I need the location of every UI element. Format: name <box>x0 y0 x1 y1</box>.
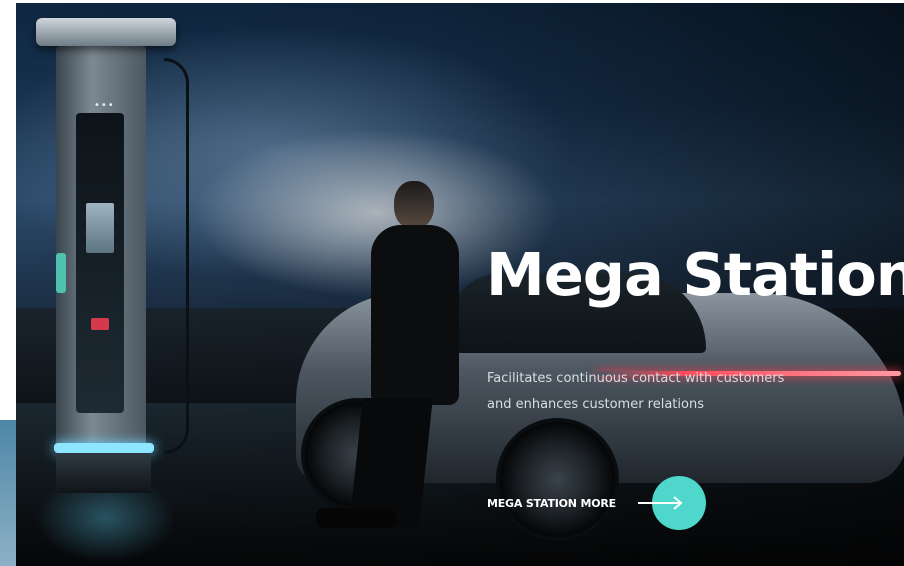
page: ••• Mega Station Facilitates continuous … <box>0 0 904 566</box>
cta-arrow-button[interactable] <box>637 476 706 530</box>
hero-subtitle-line-2: and enhances customer relations <box>487 397 704 412</box>
charging-connector <box>56 253 66 293</box>
station-card-reader <box>91 318 109 330</box>
hero-subtitle: Facilitates continuous contact with cust… <box>487 366 817 418</box>
charging-station-illustration: ••• <box>36 18 189 493</box>
person-shoes <box>316 508 396 528</box>
cta-label: MEGA STATION MORE <box>487 496 616 510</box>
station-light-ring <box>54 443 154 453</box>
hero-subtitle-line-1: Facilitates continuous contact with cust… <box>487 371 785 386</box>
person-head <box>394 181 434 229</box>
mega-station-more-link[interactable]: MEGA STATION MORE <box>487 476 706 530</box>
status-dots-icon: ••• <box>94 100 115 111</box>
station-screen <box>86 203 114 253</box>
station-panel <box>76 113 124 413</box>
hero-title: Mega Station <box>486 240 904 309</box>
charging-cable <box>164 58 189 454</box>
station-cap <box>36 18 176 46</box>
arrow-right-icon <box>637 496 683 510</box>
person-body <box>371 225 459 405</box>
station-base <box>56 453 151 493</box>
